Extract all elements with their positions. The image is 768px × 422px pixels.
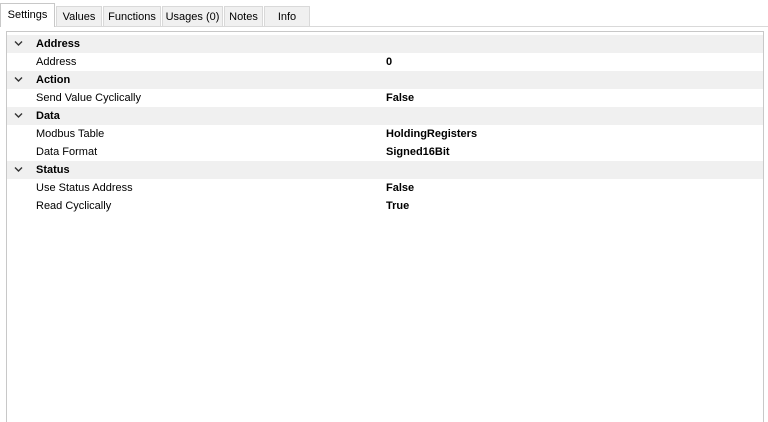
category-action[interactable]: Action bbox=[7, 71, 763, 89]
tab-settings[interactable]: Settings bbox=[0, 3, 55, 27]
property-name: Modbus Table bbox=[36, 128, 105, 140]
chevron-down-icon[interactable] bbox=[14, 71, 24, 89]
tab-strip: Settings Values Functions Usages (0) Not… bbox=[0, 0, 768, 27]
property-name: Read Cyclically bbox=[36, 200, 112, 212]
chevron-down-icon[interactable] bbox=[14, 161, 24, 179]
property-row-data-format[interactable]: Data Format Signed16Bit bbox=[7, 143, 763, 161]
property-value[interactable]: False bbox=[386, 179, 414, 197]
category-label: Data bbox=[36, 110, 60, 122]
category-label: Status bbox=[36, 164, 70, 176]
property-name: Send Value Cyclically bbox=[36, 92, 141, 104]
category-label: Address bbox=[36, 38, 81, 50]
property-row-address[interactable]: Address 0 bbox=[7, 53, 763, 71]
category-address[interactable]: Address bbox=[7, 35, 763, 53]
property-value[interactable]: True bbox=[386, 197, 409, 215]
tab-values[interactable]: Values bbox=[56, 6, 102, 26]
property-name: Data Format bbox=[36, 146, 98, 158]
properties-window: Settings Values Functions Usages (0) Not… bbox=[0, 0, 768, 422]
property-value[interactable]: Signed16Bit bbox=[386, 143, 450, 161]
property-value[interactable]: 0 bbox=[386, 53, 392, 71]
property-name: Address bbox=[36, 56, 77, 68]
tab-notes[interactable]: Notes bbox=[224, 6, 263, 26]
tab-functions[interactable]: Functions bbox=[103, 6, 161, 26]
property-row-use-status-address[interactable]: Use Status Address False bbox=[7, 179, 763, 197]
chevron-down-icon[interactable] bbox=[14, 107, 24, 125]
chevron-down-icon[interactable] bbox=[14, 35, 24, 53]
category-data[interactable]: Data bbox=[7, 107, 763, 125]
property-row-send-value-cyclically[interactable]: Send Value Cyclically False bbox=[7, 89, 763, 107]
property-value[interactable]: HoldingRegisters bbox=[386, 125, 477, 143]
property-row-read-cyclically[interactable]: Read Cyclically True bbox=[7, 197, 763, 215]
property-grid: Address Address 0 Action Send Value Cycl… bbox=[6, 31, 764, 422]
property-row-modbus-table[interactable]: Modbus Table HoldingRegisters bbox=[7, 125, 763, 143]
category-label: Action bbox=[36, 74, 71, 86]
tab-usages[interactable]: Usages (0) bbox=[162, 6, 223, 26]
tab-info[interactable]: Info bbox=[264, 6, 310, 26]
property-name: Use Status Address bbox=[36, 182, 133, 194]
category-status[interactable]: Status bbox=[7, 161, 763, 179]
property-value[interactable]: False bbox=[386, 89, 414, 107]
